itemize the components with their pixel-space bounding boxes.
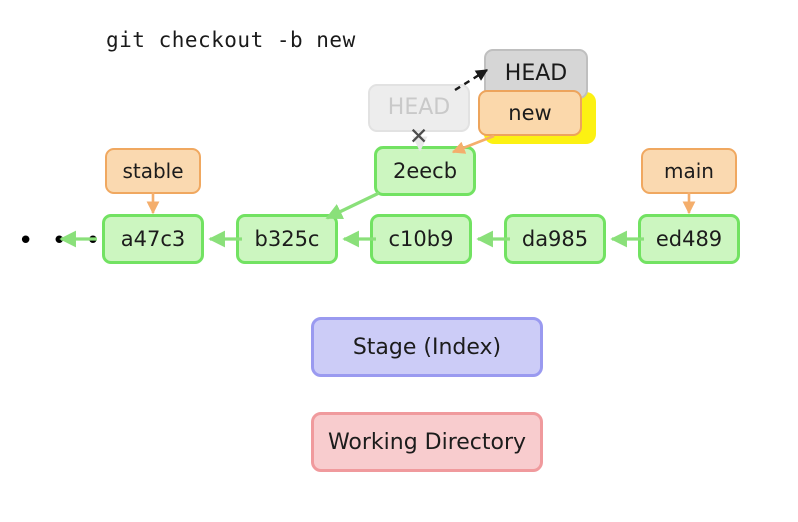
working-directory-box[interactable]: Working Directory bbox=[311, 412, 543, 472]
branch-label-new[interactable]: new bbox=[478, 90, 582, 136]
commit-node-a47c3[interactable]: a47c3 bbox=[102, 214, 204, 264]
branch-label-stable[interactable]: stable bbox=[105, 148, 201, 194]
command-title: git checkout -b new bbox=[106, 28, 356, 52]
history-ellipsis: • • • bbox=[18, 228, 106, 254]
branch-label-main-text: main bbox=[664, 159, 714, 183]
stage-index-box[interactable]: Stage (Index) bbox=[311, 317, 543, 377]
working-directory-label: Working Directory bbox=[327, 429, 527, 455]
commit-node-b325c[interactable]: b325c bbox=[236, 214, 338, 264]
head-detach-x-icon: ✕ bbox=[409, 124, 429, 150]
commit-label-a47c3: a47c3 bbox=[120, 226, 186, 251]
commit-node-c10b9[interactable]: c10b9 bbox=[370, 214, 472, 264]
head-previous-label: HEAD bbox=[387, 95, 451, 120]
commit-label-2eecb: 2eecb bbox=[392, 158, 458, 183]
branch-label-new-text: new bbox=[508, 100, 552, 125]
commit-label-b325c: b325c bbox=[254, 226, 320, 251]
commit-label-ed489: ed489 bbox=[655, 226, 723, 251]
git-diagram: git checkout -b new HEAD HEAD new ✕ stab… bbox=[0, 0, 798, 522]
commit-node-2eecb[interactable]: 2eecb bbox=[374, 146, 476, 196]
branch-label-main[interactable]: main bbox=[641, 148, 737, 194]
commit-label-c10b9: c10b9 bbox=[388, 226, 454, 251]
branch-commit-arrow bbox=[325, 191, 380, 220]
head-current-label: HEAD bbox=[504, 61, 568, 86]
commit-label-da985: da985 bbox=[521, 226, 589, 251]
branch-label-stable-text: stable bbox=[122, 159, 184, 183]
stage-index-label: Stage (Index) bbox=[352, 334, 502, 360]
commit-node-da985[interactable]: da985 bbox=[504, 214, 606, 264]
history-ellipsis-text: • • • bbox=[18, 226, 106, 256]
commit-node-ed489[interactable]: ed489 bbox=[638, 214, 740, 264]
